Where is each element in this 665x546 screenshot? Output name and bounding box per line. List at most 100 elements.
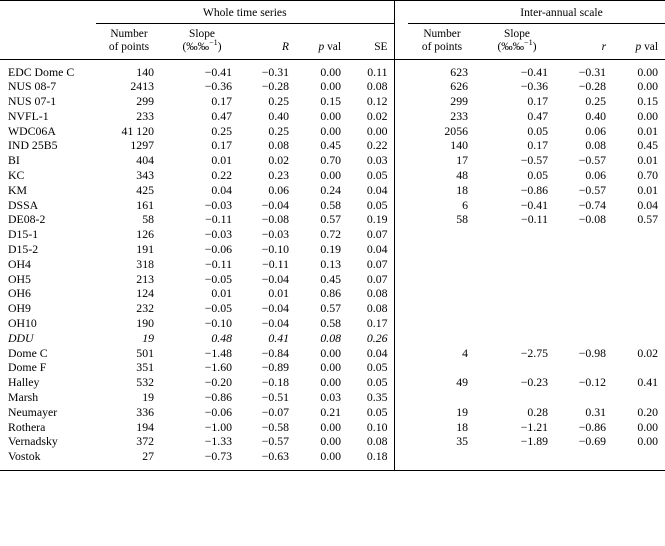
- cell-right-number-of-points: [408, 243, 480, 258]
- cell-left-pvalue: 0.57: [320, 301, 341, 316]
- cell-left-number-of-points: 2413: [130, 79, 154, 94]
- cell-right-slope: 0.28: [527, 404, 548, 419]
- cell-right-correlation: 0.25: [585, 94, 606, 109]
- row-site-name: DSSA: [8, 197, 39, 212]
- row-divider: [393, 124, 408, 139]
- cell-left-number-of-points: 425: [136, 182, 154, 197]
- cell-right-correlation: −0.28: [578, 79, 606, 94]
- col-header-se-left: SE: [347, 23, 394, 60]
- cell-left-number-of-points: 19: [142, 390, 154, 405]
- cell-left-se: 0.11: [367, 64, 388, 79]
- cell-left-pvalue: 0.00: [320, 123, 341, 138]
- cell-left-se: 0.22: [366, 138, 388, 153]
- cell-right-correlation: [554, 449, 612, 472]
- cell-left-correlation: 0.01: [268, 286, 289, 301]
- row-divider: [393, 183, 408, 199]
- cell-right-correlation: [554, 391, 612, 406]
- row-divider: [393, 79, 408, 95]
- cell-left-slope: −0.73: [166, 449, 238, 472]
- table-row: D15-1 126 −0.03 −0.03 0.72 0.07: [0, 227, 665, 243]
- row-site-name: D15-1: [8, 227, 39, 242]
- cell-left-se: 0.05: [366, 375, 388, 390]
- cell-left-slope: −0.20: [204, 375, 232, 390]
- col-header-slope-left: Slope (‰‰−1): [166, 23, 238, 60]
- cell-left-correlation: −0.07: [261, 404, 289, 419]
- cell-right-slope: −0.23: [520, 375, 548, 390]
- cell-left-pvalue: 0.00: [320, 345, 341, 360]
- col-header-correlation-right: r: [554, 23, 612, 60]
- cell-left-correlation: −0.89: [261, 360, 289, 375]
- cell-left-se: 0.08: [366, 79, 388, 94]
- cell-right-slope: −0.36: [520, 79, 548, 94]
- cell-right-correlation: [554, 272, 612, 287]
- cell-right-number-of-points: [408, 391, 480, 406]
- cell-left-number-of-points: 58: [142, 212, 154, 227]
- cell-left-correlation: 0.25: [268, 123, 289, 138]
- cell-left-slope: −1.00: [204, 419, 232, 434]
- cell-left-slope: 0.47: [211, 108, 232, 123]
- cell-left-slope: 0.01: [211, 153, 232, 168]
- row-divider: [393, 331, 408, 347]
- cell-left-pvalue: 0.45: [320, 271, 341, 286]
- row-site-name: OH4: [8, 256, 31, 271]
- cell-left-se: 0.12: [366, 94, 388, 109]
- cell-right-correlation: [554, 302, 612, 317]
- table-row: NUS 08-7 2413 −0.36 −0.28 0.00 0.08 626 −0.36 −0…: [0, 79, 665, 95]
- statistics-table: Whole time series Inter-annual scale Num…: [0, 0, 665, 472]
- table-row: EDC Dome C 140 −0.41 −0.31 0.00 0.11 623 −0.41 −…: [0, 59, 665, 80]
- corner-spacer: [0, 0, 96, 24]
- cell-left-slope: −1.60: [204, 360, 232, 375]
- cell-right-number-of-points: [408, 449, 480, 472]
- cell-right-slope: −0.41: [520, 197, 548, 212]
- cell-right-pvalue: [612, 243, 664, 258]
- cell-right-number-of-points: 626: [450, 79, 468, 94]
- cell-right-pvalue: [612, 272, 664, 287]
- cell-right-slope: −0.11: [521, 212, 548, 227]
- cell-left-slope: −1.48: [204, 345, 232, 360]
- row-site-name: Neumayer: [8, 404, 58, 419]
- row-divider: [393, 449, 408, 472]
- cell-left-pvalue: 0.13: [320, 256, 341, 271]
- cell-right-correlation: −0.69: [578, 434, 606, 449]
- cell-right-number-of-points: [408, 228, 480, 243]
- cell-right-number-of-points: [408, 272, 480, 287]
- table-row: DSSA 161 −0.03 −0.04 0.58 0.05 6 −0.41 −0.74 0.04…: [0, 198, 665, 213]
- row-site-name: WDC06A: [8, 123, 56, 138]
- table-row: Marsh 19 −0.86 −0.51 0.03 0.35: [0, 390, 665, 406]
- cell-left-se: 0.00: [366, 123, 388, 138]
- cell-right-correlation: [554, 257, 612, 272]
- cell-right-slope: 0.05: [527, 168, 548, 183]
- cell-left-pvalue: 0.21: [320, 404, 341, 419]
- row-divider: [393, 257, 408, 273]
- cell-left-slope: −0.36: [204, 79, 232, 94]
- col-header-number-of-points-left: Number of points: [96, 23, 166, 60]
- row-site-name: Vostok: [0, 449, 96, 472]
- cell-left-slope: 0.22: [211, 168, 232, 183]
- cell-left-se: 0.10: [366, 419, 388, 434]
- cell-left-correlation: −0.18: [261, 375, 289, 390]
- cell-right-number-of-points: [408, 331, 480, 346]
- cell-left-slope: −0.41: [204, 64, 232, 79]
- cell-left-se: 0.17: [366, 316, 388, 331]
- cell-left-pvalue: 0.00: [320, 375, 341, 390]
- row-divider: [393, 138, 408, 154]
- table-row: BI4040.010.020.700.0317−0.57−0.570.010.2…: [0, 153, 665, 169]
- cell-left-pvalue: 0.03: [320, 390, 341, 405]
- row-divider: [393, 434, 408, 450]
- cell-right-correlation: −0.98: [578, 345, 606, 360]
- row-divider: [393, 242, 408, 258]
- cell-right-pvalue: [612, 287, 664, 302]
- cell-right-number-of-points: [408, 302, 480, 317]
- row-divider: [393, 198, 408, 213]
- cell-right-pvalue: 0.45: [637, 138, 658, 153]
- cell-right-pvalue: 0.01: [637, 123, 658, 138]
- cell-left-pvalue: 0.00: [320, 360, 341, 375]
- cell-left-correlation: −0.63: [238, 449, 295, 472]
- cell-right-pvalue: 0.20: [637, 404, 658, 419]
- table-row: DE08-2 58 −0.11 −0.08 0.57 0.19 58 −0.11 −0.08 0.…: [0, 212, 665, 228]
- col-header-pvalue-right: p val: [612, 23, 664, 60]
- cell-left-se: 0.08: [366, 301, 388, 316]
- cell-left-slope: −0.10: [204, 316, 232, 331]
- cell-left-slope: 0.48: [211, 330, 232, 345]
- cell-left-number-of-points: 318: [136, 256, 154, 271]
